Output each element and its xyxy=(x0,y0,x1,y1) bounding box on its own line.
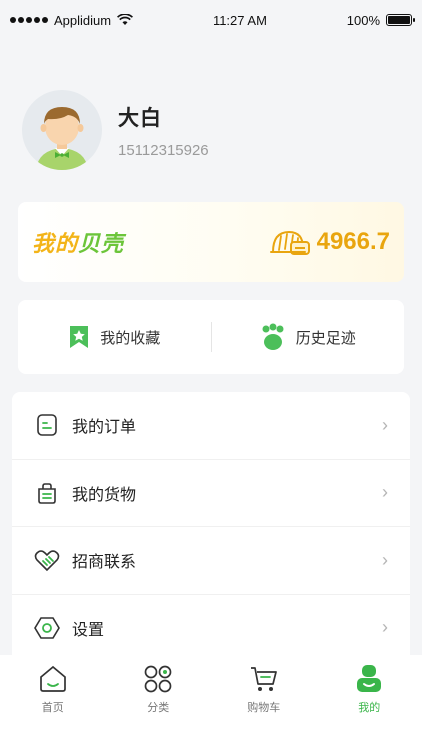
chevron-right-icon: › xyxy=(382,414,388,435)
shell-value: 4966.7 xyxy=(316,228,390,255)
cart-icon xyxy=(249,663,279,695)
footprint-icon xyxy=(262,323,284,350)
menu-item-investment[interactable]: 招商联系 › xyxy=(12,527,410,595)
order-icon xyxy=(34,412,60,438)
home-icon xyxy=(38,663,68,695)
shell-title-part1: 我的 xyxy=(32,231,79,256)
menu-list: 我的订单 › 我的货物 › 招商联系 › 设置 › xyxy=(12,392,410,662)
tab-cart[interactable]: 购物车 xyxy=(211,663,317,750)
signal-icon xyxy=(10,17,48,23)
tab-category[interactable]: 分类 xyxy=(106,663,212,750)
history-button[interactable]: 历史足迹 xyxy=(212,323,405,351)
tab-label-category: 分类 xyxy=(147,702,170,714)
shell-right: 4966.7 xyxy=(269,226,390,258)
status-right: 100% xyxy=(346,12,415,28)
goods-icon xyxy=(34,480,60,506)
shell-balance-card[interactable]: 我的贝壳 4966.7 xyxy=(18,202,404,282)
chevron-right-icon: › xyxy=(382,617,388,638)
battery-fill xyxy=(388,16,410,24)
menu-label-goods: 我的货物 xyxy=(72,486,137,504)
favorites-button[interactable]: 我的收藏 xyxy=(18,324,211,350)
user-phone: 15112315926 xyxy=(118,141,209,159)
profile-text: 大白 15112315926 xyxy=(118,102,209,159)
battery-percent: 100% xyxy=(346,12,380,28)
wifi-icon xyxy=(117,14,134,25)
menu-item-goods[interactable]: 我的货物 › xyxy=(12,459,410,527)
tab-label-profile: 我的 xyxy=(358,702,381,714)
profile-header[interactable]: 大白 15112315926 xyxy=(22,90,209,170)
menu-label-settings: 设置 xyxy=(72,621,105,639)
shortcut-card: 我的收藏 历史足迹 xyxy=(18,300,404,374)
carrier-name: Applidium xyxy=(54,12,112,28)
favorites-icon xyxy=(70,326,89,348)
chevron-right-icon: › xyxy=(382,549,388,570)
tab-bar: 首页 分类 购物车 我的 xyxy=(0,655,422,750)
menu-item-orders[interactable]: 我的订单 › xyxy=(12,392,410,460)
favorites-label: 我的收藏 xyxy=(100,329,161,347)
tab-label-home: 首页 xyxy=(41,702,64,714)
profile-icon xyxy=(354,663,384,695)
menu-item-settings[interactable]: 设置 › xyxy=(12,594,410,662)
avatar-illustration xyxy=(36,107,88,170)
status-bar: Applidium 11:27 AM 100% xyxy=(0,0,422,40)
status-left: Applidium xyxy=(10,12,134,28)
tab-profile[interactable]: 我的 xyxy=(317,663,422,750)
menu-label-orders: 我的订单 xyxy=(72,419,137,437)
tab-home[interactable]: 首页 xyxy=(0,663,106,750)
battery-icon xyxy=(386,14,415,26)
status-time: 11:27 AM xyxy=(212,12,267,28)
shell-title: 我的贝壳 xyxy=(32,226,124,258)
shell-icon xyxy=(269,230,310,255)
shell-title-part2: 贝壳 xyxy=(78,231,125,256)
user-name: 大白 xyxy=(118,106,162,130)
history-label: 历史足迹 xyxy=(295,329,356,347)
menu-label-investment: 招商联系 xyxy=(72,554,137,572)
tab-label-cart: 购物车 xyxy=(247,702,281,714)
avatar[interactable] xyxy=(22,90,102,170)
handshake-icon xyxy=(34,547,60,573)
chevron-right-icon: › xyxy=(382,482,388,503)
category-icon xyxy=(143,663,173,695)
settings-icon xyxy=(34,615,60,641)
